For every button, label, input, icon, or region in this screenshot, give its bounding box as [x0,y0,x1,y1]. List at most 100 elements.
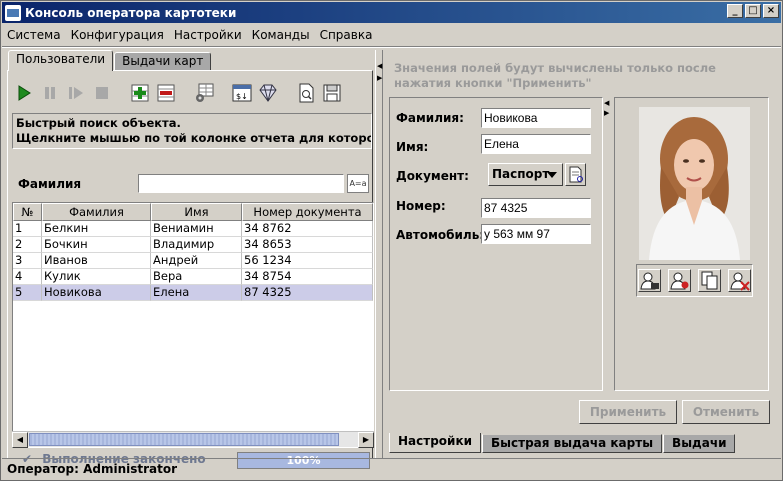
portrait-image [639,107,750,260]
table-body: 1 Белкин Вениамин 34 8762 2 Бочкин Владимир 34 … [13,221,373,301]
row-document-cell: 34 8653 [242,237,373,253]
apply-button[interactable]: Применить [579,400,677,424]
print-preview-button[interactable] [295,82,317,104]
document-type-select[interactable]: Паспорт [488,163,563,186]
dropdown-arrow-icon [547,172,557,178]
case-toggle-button[interactable]: A=a [347,174,369,193]
remove-row-icon [157,84,175,102]
maximize-button[interactable]: □ [745,4,761,18]
toolbar: $↓ [13,80,347,106]
number-field[interactable] [481,198,591,218]
remove-row-button[interactable] [155,82,177,104]
collapse-left-icon[interactable]: ◀ [377,62,382,70]
split-divider[interactable]: ◀ ▶ [375,50,383,458]
surname-label: Фамилия: [396,111,464,125]
cancel-button[interactable]: Отменить [682,400,770,424]
car-field[interactable] [481,224,591,244]
table-settings-button[interactable] [193,82,215,104]
add-row-button[interactable] [129,82,151,104]
document-search-icon [299,83,314,103]
table-row[interactable]: 3 Иванов Андрей 56 1234 [13,253,373,269]
menu-commands[interactable]: Команды [247,28,315,42]
play-button[interactable] [13,82,35,104]
photo-buttons [636,264,753,297]
column-header-surname[interactable]: Фамилия [42,203,151,221]
collapse-left-icon-2[interactable]: ◀ [604,99,609,107]
row-document-cell: 87 4325 [242,285,373,301]
menu-configuration[interactable]: Конфигурация [66,28,169,42]
number-label: Номер: [396,199,446,213]
copy-photo-button[interactable] [698,269,721,292]
pause-button[interactable] [39,82,61,104]
quick-search-hint: Быстрый поиск объекта. Щелкните мышью по… [12,113,372,149]
collapse-right-icon-2[interactable]: ▶ [604,109,609,117]
status-bar: Оператор: Administrator [2,458,781,480]
tab-issues[interactable]: Выдачи [663,434,736,453]
menu-help[interactable]: Справка [315,28,378,42]
stop-icon [96,87,108,99]
close-button[interactable]: × [763,4,779,18]
filter-button[interactable] [257,82,279,104]
photo-panel [614,97,769,391]
sort-icon: $↓ [232,84,252,102]
row-number-cell: 5 [13,285,42,301]
row-number-cell: 4 [13,269,42,285]
row-document-cell: 56 1234 [242,253,373,269]
row-surname-cell: Иванов [42,253,151,269]
delete-photo-button[interactable] [728,269,751,292]
minimize-button[interactable]: _ [727,4,743,18]
tab-card-issues[interactable]: Выдачи карт [114,52,212,71]
filter-label: Фамилия [18,177,82,191]
menu-separator [2,46,781,48]
document-label: Документ: [396,169,469,183]
sort-button[interactable]: $↓ [231,82,253,104]
column-header-name[interactable]: Имя [151,203,242,221]
column-header-document[interactable]: Номер документа [242,203,373,221]
column-header-number[interactable]: № [13,203,42,221]
left-panel: Пользователи Выдачи карт $↓ Быстрый поис… [5,50,374,469]
table-row[interactable]: 1 Белкин Вениамин 34 8762 [13,221,373,237]
title-bar: Консоль оператора картотеки _ □ × [2,2,781,23]
camera-capture-button[interactable] [638,269,661,292]
hint-line-1: Быстрый поиск объекта. [16,116,181,130]
person-delete-icon [730,272,750,291]
add-row-icon [131,84,149,102]
scroll-thumb[interactable] [29,433,339,446]
tab-quick-card-issue[interactable]: Быстрая выдача карты [482,434,663,453]
person-camera-icon [640,272,659,290]
diamond-filter-icon [259,84,277,102]
table-row[interactable]: 4 Кулик Вера 34 8754 [13,269,373,285]
scroll-left-arrow[interactable]: ◀ [12,432,28,448]
row-name-cell: Елена [151,285,242,301]
scroll-right-arrow[interactable]: ▶ [358,432,374,448]
apply-note: Значения полей будут вычислены только по… [394,61,716,90]
step-button[interactable] [65,82,87,104]
surname-field[interactable] [481,108,591,128]
table-header: № Фамилия Имя Номер документа [13,203,373,221]
row-number-cell: 1 [13,221,42,237]
table-row[interactable]: 2 Бочкин Владимир 34 8653 [13,237,373,253]
menu-system[interactable]: Система [2,28,66,42]
car-label: Автомобиль: [396,228,485,242]
fields-panel: Фамилия: Имя: Документ: Паспорт Номер: А… [389,97,603,391]
right-split-divider[interactable]: ◀ ▶ [604,97,612,391]
svg-text:$↓: $↓ [236,92,248,101]
row-name-cell: Вениамин [151,221,242,237]
name-field[interactable] [481,134,591,154]
menu-settings[interactable]: Настройки [169,28,247,42]
stop-button[interactable] [91,82,113,104]
tab-users[interactable]: Пользователи [8,50,114,71]
horizontal-scrollbar[interactable]: ◀ ▶ [12,431,374,448]
filter-input[interactable] [138,174,344,193]
tab-settings[interactable]: Настройки [389,433,482,453]
row-surname-cell: Кулик [42,269,151,285]
document-scan-button[interactable] [565,163,586,186]
save-button[interactable] [321,82,343,104]
table-row[interactable]: 5 Новикова Елена 87 4325 [13,285,373,301]
name-label: Имя: [396,140,429,154]
row-number-cell: 3 [13,253,42,269]
row-name-cell: Вера [151,269,242,285]
left-tabs: Пользователи Выдачи карт [8,50,212,72]
collapse-right-icon[interactable]: ▶ [377,74,382,82]
load-photo-button[interactable] [668,269,691,292]
